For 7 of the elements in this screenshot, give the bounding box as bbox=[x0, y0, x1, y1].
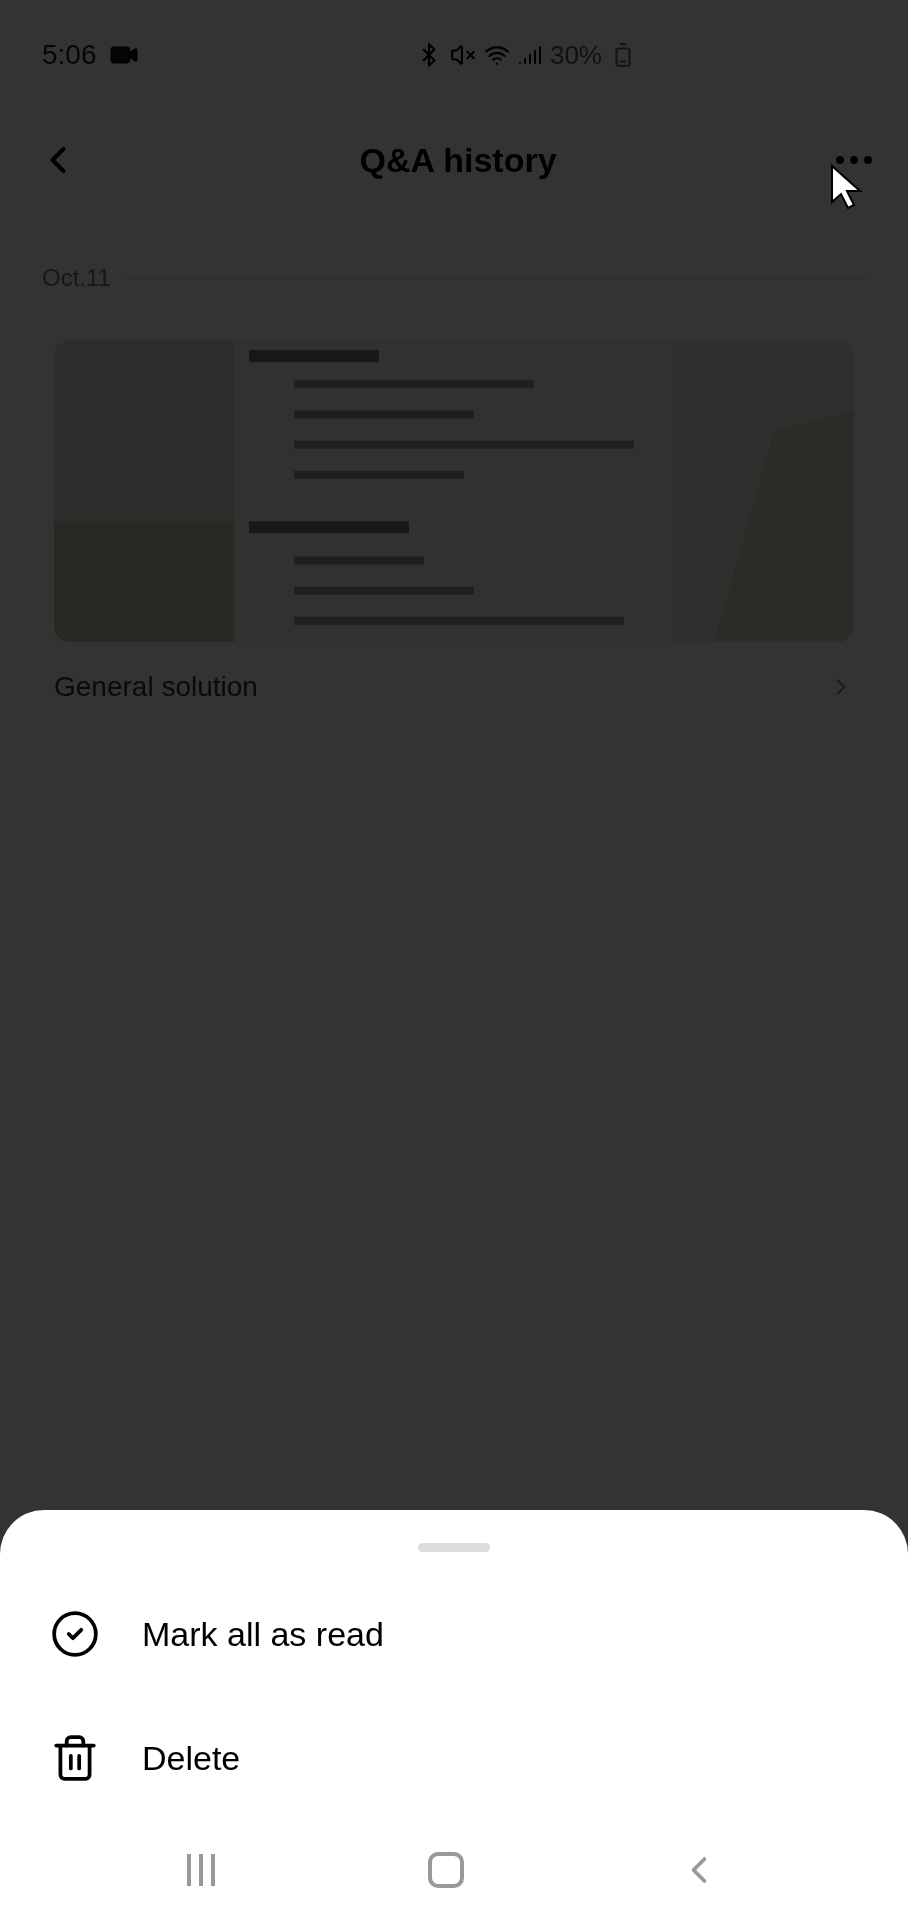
menu-item[interactable]: Delete bbox=[0, 1696, 908, 1820]
mouse-cursor-icon bbox=[830, 164, 864, 210]
home-button[interactable] bbox=[428, 1852, 464, 1888]
check-circle-icon bbox=[50, 1609, 100, 1659]
recent-apps-button[interactable] bbox=[186, 1854, 215, 1886]
menu-item[interactable]: Mark all as read bbox=[0, 1572, 908, 1696]
drag-handle[interactable] bbox=[418, 1543, 490, 1552]
